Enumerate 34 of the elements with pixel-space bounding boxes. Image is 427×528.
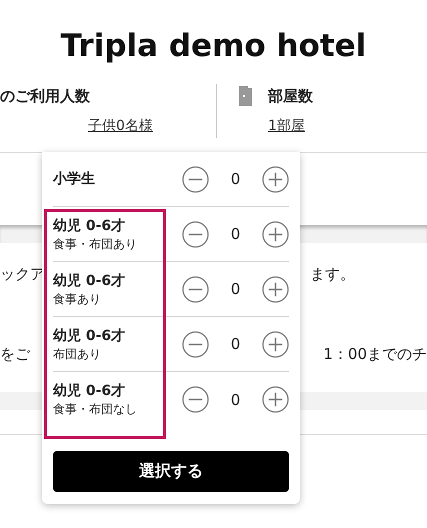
counter-label: 幼児 0-6才: [53, 272, 126, 290]
counter-label: 小学生: [53, 170, 96, 188]
counter-value: 0: [230, 335, 242, 353]
guests-label: のご利用人数: [0, 86, 90, 107]
plus-button[interactable]: [262, 276, 289, 302]
plus-button[interactable]: [262, 166, 289, 192]
minus-button[interactable]: [182, 276, 209, 302]
plus-button[interactable]: [262, 220, 289, 248]
minus-button[interactable]: [182, 330, 209, 358]
counter-value: 0: [230, 225, 242, 243]
counter-note: 食事・布団なし: [53, 402, 138, 417]
body-text: をご: [0, 344, 30, 364]
counter-label: 幼児 0-6才: [53, 326, 126, 344]
body-text: ます。: [310, 264, 355, 284]
counter-note: 食事・布団あり: [53, 236, 138, 252]
counter-label: 幼児 0-6才: [53, 216, 126, 234]
plus-button[interactable]: [262, 330, 289, 358]
counter-value: 0: [230, 390, 242, 408]
counter-value: 0: [230, 170, 242, 188]
counter-value: 0: [230, 280, 242, 298]
counter-label: 幼児 0-6才: [53, 382, 126, 400]
minus-button[interactable]: [182, 166, 209, 192]
body-text: 1：00までのチ: [323, 344, 427, 364]
hotel-title: Tripla demo hotel: [60, 27, 368, 66]
minus-button[interactable]: [182, 386, 209, 413]
rooms-link[interactable]: 1部屋: [268, 114, 313, 138]
counter-note: 食事あり: [53, 292, 102, 306]
select-button[interactable]: 選択する: [53, 451, 289, 492]
door-icon: [237, 85, 255, 107]
minus-button[interactable]: [182, 220, 209, 248]
counter-note: 布団あり: [53, 346, 102, 362]
guests-link[interactable]: 子供0名様: [88, 114, 153, 138]
rooms-label: 部屋数: [268, 86, 313, 107]
plus-button[interactable]: [262, 386, 289, 413]
